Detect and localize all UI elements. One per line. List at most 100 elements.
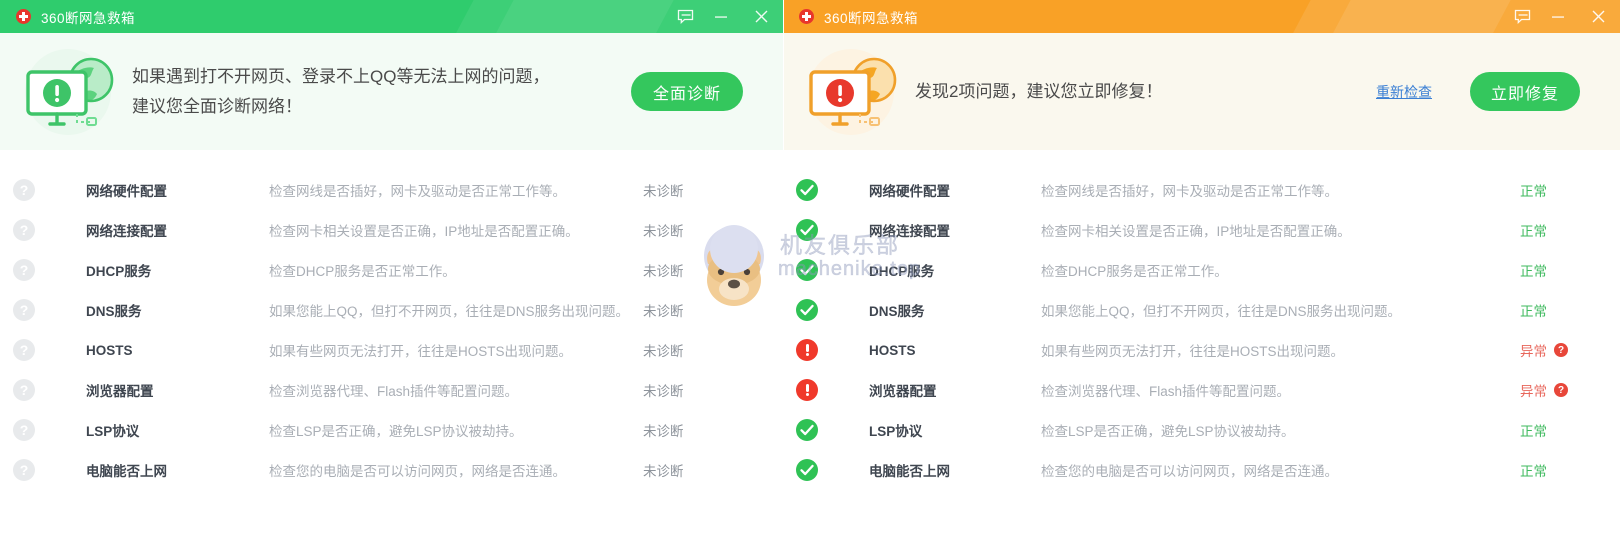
check-circle-icon	[796, 259, 818, 281]
check-circle-icon	[796, 419, 818, 441]
check-circle-icon	[796, 219, 818, 241]
monitor-warning-globe-orange-icon	[783, 46, 915, 138]
minimize-icon[interactable]	[703, 0, 739, 33]
app-title-left: 360断网急救箱	[41, 10, 136, 26]
recheck-link[interactable]: 重新检查	[1376, 82, 1432, 102]
row-result-label: 正常	[1520, 184, 1547, 199]
hero-left-line2: 建议您全面诊断网络！	[132, 96, 302, 116]
row-result-label: 未诊断	[643, 464, 684, 479]
feedback-icon[interactable]	[1504, 0, 1540, 33]
feedback-icon[interactable]	[667, 0, 703, 33]
check-row[interactable]: DNS服务 如果您能上QQ，但打不开网页，往往是DNS服务出现问题。 正常	[783, 290, 1620, 330]
row-status-icon	[783, 299, 831, 321]
window-right-diagnosed: 360断网急救箱 发现2项问题，建议您立即修复！ 重新检查 立即修复 网络硬件配…	[783, 0, 1620, 535]
check-row[interactable]: DNS服务 如果您能上QQ，但打不开网页，往往是DNS服务出现问题。未诊断	[0, 290, 783, 330]
row-status-icon	[0, 299, 48, 321]
row-status-icon	[0, 179, 48, 201]
row-status-icon	[0, 419, 48, 441]
row-description: 检查LSP是否正确，避免LSP协议被劫持。	[269, 424, 523, 439]
hero-left-actions: 全面诊断	[631, 72, 783, 111]
row-name: LSP协议	[869, 424, 923, 439]
question-circle-icon	[13, 259, 35, 281]
help-circle-icon[interactable]	[1554, 343, 1568, 357]
row-description: 检查浏览器代理、Flash插件等配置问题。	[1041, 384, 1291, 399]
row-name: 浏览器配置	[869, 384, 937, 399]
minimize-icon[interactable]	[1540, 0, 1576, 33]
question-circle-icon	[13, 339, 35, 361]
check-row[interactable]: HOSTS 如果有些网页无法打开，往往是HOSTS出现问题。 未诊断	[0, 330, 783, 370]
row-result-label: 正常	[1520, 464, 1547, 479]
check-circle-icon	[796, 179, 818, 201]
row-name: LSP协议	[86, 424, 140, 439]
row-result-label: 未诊断	[643, 184, 684, 199]
check-row[interactable]: LSP协议 检查LSP是否正确，避免LSP协议被劫持。 未诊断	[0, 410, 783, 450]
first-aid-cross-icon	[799, 9, 814, 24]
screenshot-stage: 360断网急救箱 如果遇到打不开网页、登录不上QQ等无法上网的问题， 建议您全面…	[0, 0, 1620, 535]
check-circle-icon	[796, 459, 818, 481]
row-name: DNS服务	[86, 304, 142, 319]
question-circle-icon	[13, 299, 35, 321]
row-description: 检查网线是否插好，网卡及驱动是否正常工作等。	[269, 184, 566, 199]
repair-now-button[interactable]: 立即修复	[1470, 72, 1580, 111]
window-divider	[783, 0, 784, 535]
row-result-label: 未诊断	[643, 304, 684, 319]
hero-left-line1: 如果遇到打不开网页、登录不上QQ等无法上网的问题，	[132, 66, 550, 86]
check-row[interactable]: LSP协议 检查LSP是否正确，避免LSP协议被劫持。 正常	[783, 410, 1620, 450]
row-result-label: 未诊断	[643, 384, 684, 399]
row-status-icon	[0, 259, 48, 281]
question-circle-icon	[13, 379, 35, 401]
help-circle-icon[interactable]	[1554, 383, 1568, 397]
check-row[interactable]: 网络连接配置 检查网卡相关设置是否正确，IP地址是否配置正确。 正常	[783, 210, 1620, 250]
row-result-label: 未诊断	[643, 224, 684, 239]
row-status-icon	[0, 459, 48, 481]
row-description: 如果有些网页无法打开，往往是HOSTS出现问题。	[269, 344, 573, 359]
first-aid-cross-icon	[16, 9, 31, 24]
row-status-icon	[783, 459, 831, 481]
row-status-icon	[0, 379, 48, 401]
check-list-right: 网络硬件配置 检查网线是否插好，网卡及驱动是否正常工作等。 正常 网络连接配置 检查网卡…	[783, 150, 1620, 490]
exclamation-circle-icon	[796, 339, 818, 361]
row-result-label: 异常	[1520, 344, 1547, 359]
row-result: 未诊断	[643, 460, 783, 480]
row-status-icon	[783, 339, 831, 361]
row-description: 检查您的电脑是否可以访问网页，网络是否连通。	[269, 464, 566, 479]
row-result: 未诊断	[643, 260, 783, 280]
question-circle-icon	[13, 419, 35, 441]
row-description: 如果您能上QQ，但打不开网页，往往是DNS服务出现问题。	[1041, 304, 1402, 319]
check-row[interactable]: HOSTS 如果有些网页无法打开，往往是HOSTS出现问题。 异常	[783, 330, 1620, 370]
check-row[interactable]: 电脑能否上网 检查您的电脑是否可以访问网页，网络是否连通。 未诊断	[0, 450, 783, 490]
check-row[interactable]: 网络硬件配置 检查网线是否插好，网卡及驱动是否正常工作等。 未诊断	[0, 170, 783, 210]
exclamation-circle-icon	[796, 379, 818, 401]
row-status-icon	[783, 259, 831, 281]
row-name: HOSTS	[869, 342, 916, 358]
titlebar-right[interactable]: 360断网急救箱	[783, 0, 1620, 33]
row-description: 如果有些网页无法打开，往往是HOSTS出现问题。	[1041, 344, 1345, 359]
monitor-warning-globe-green-icon	[0, 46, 132, 138]
row-name: DHCP服务	[869, 264, 935, 279]
window-controls-left	[667, 0, 783, 33]
row-result: 正常	[1510, 460, 1620, 480]
row-result-label: 异常	[1520, 384, 1547, 399]
close-icon[interactable]	[739, 0, 783, 33]
check-row[interactable]: DHCP服务 检查DHCP服务是否正常工作。 正常	[783, 250, 1620, 290]
check-row[interactable]: 电脑能否上网 检查您的电脑是否可以访问网页，网络是否连通。 正常	[783, 450, 1620, 490]
row-result-label: 未诊断	[643, 424, 684, 439]
row-result: 未诊断	[643, 340, 783, 360]
row-result-label: 未诊断	[643, 344, 684, 359]
row-result: 未诊断	[643, 180, 783, 200]
check-row[interactable]: 网络硬件配置 检查网线是否插好，网卡及驱动是否正常工作等。 正常	[783, 170, 1620, 210]
row-result: 正常	[1510, 300, 1620, 320]
check-row[interactable]: 网络连接配置 检查网卡相关设置是否正确，IP地址是否配置正确。 未诊断	[0, 210, 783, 250]
close-icon[interactable]	[1576, 0, 1620, 33]
row-result: 异常	[1510, 380, 1620, 400]
check-row[interactable]: 浏览器配置 检查浏览器代理、Flash插件等配置问题。 异常	[783, 370, 1620, 410]
row-status-icon	[783, 419, 831, 441]
row-description: 检查DHCP服务是否正常工作。	[1041, 264, 1228, 279]
titlebar-left[interactable]: 360断网急救箱	[0, 0, 783, 33]
check-list-left: 网络硬件配置检查网线是否插好，网卡及驱动是否正常工作等。未诊断网络连接配置检查网…	[0, 150, 783, 490]
row-name: HOSTS	[86, 342, 133, 358]
full-diagnose-button[interactable]: 全面诊断	[631, 72, 743, 111]
check-row[interactable]: 浏览器配置 检查浏览器代理、Flash插件等配置问题。 未诊断	[0, 370, 783, 410]
check-row[interactable]: DHCP服务 检查DHCP服务是否正常工作。 未诊断	[0, 250, 783, 290]
row-name: DHCP服务	[86, 264, 152, 279]
